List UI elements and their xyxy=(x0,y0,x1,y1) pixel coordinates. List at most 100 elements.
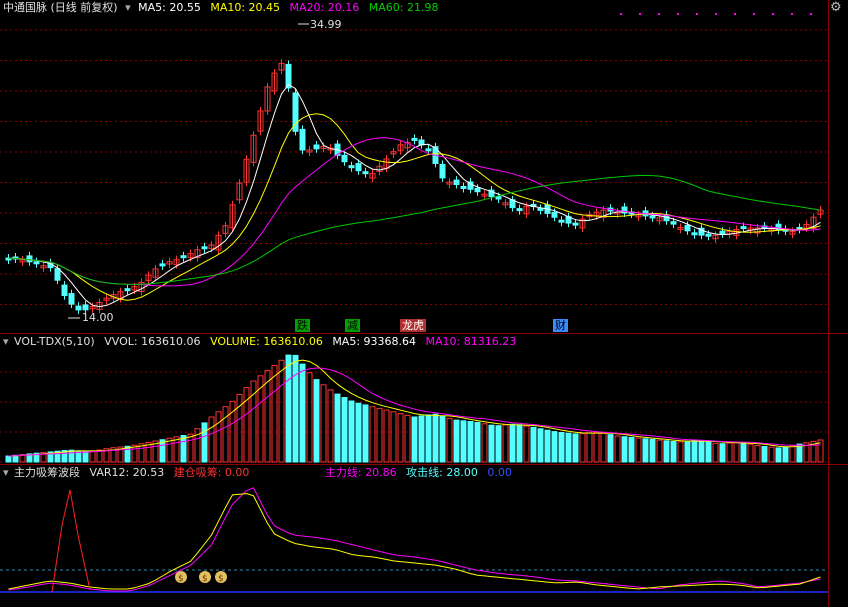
volume-bar xyxy=(453,419,460,463)
volume-bar xyxy=(439,415,446,463)
volume-header: ▾ VOL-TDX(5,10) VVOL: 163610.06 VOLUME: … xyxy=(0,334,522,350)
gear-icon[interactable]: ⚙ xyxy=(830,0,842,16)
volume-bar xyxy=(187,433,194,463)
candle-body xyxy=(33,261,40,265)
volume-bar xyxy=(516,424,523,463)
indicator-panel[interactable]: $ $ $ ▾ 主力吸筹波段 VAR12: 20.53 建仓吸筹: 0.00 主力线… xyxy=(0,465,848,607)
gongji-line xyxy=(8,493,821,590)
signal-dot xyxy=(753,13,755,15)
volume-bar xyxy=(306,372,313,463)
volume-bar xyxy=(432,413,439,463)
ma20-line xyxy=(8,137,821,287)
price-chart[interactable] xyxy=(0,0,848,332)
candle-body xyxy=(26,255,33,263)
ma20-value: MA20: 20.16 xyxy=(289,1,360,14)
event-marker-jian[interactable]: 减 xyxy=(345,319,360,332)
chevron-down-icon[interactable]: ▾ xyxy=(125,1,131,14)
candle-body xyxy=(54,268,61,281)
candle-body xyxy=(495,196,502,200)
volume-bar xyxy=(285,354,292,463)
moneybag-icon-glyph: $ xyxy=(218,574,224,584)
signal-dot xyxy=(772,13,774,15)
volume-bar xyxy=(530,426,537,463)
volume-bar xyxy=(712,442,719,463)
vol-ma10-value: MA10: 81316.23 xyxy=(425,335,517,348)
volume-bar xyxy=(775,447,782,463)
right-axis-border xyxy=(828,0,829,607)
moneybag-icon: $ xyxy=(215,571,227,584)
low-price-label: 14.00 xyxy=(82,311,114,324)
vol-ma5-value: MA5: 93368.64 xyxy=(332,335,417,348)
volume-bar xyxy=(362,404,369,463)
signal-dot xyxy=(639,13,641,15)
volume-bar xyxy=(509,423,516,463)
volume-bar xyxy=(663,440,670,463)
volume-bar xyxy=(488,424,495,463)
event-marker-die[interactable]: 跌 xyxy=(295,319,310,332)
signal-dot xyxy=(696,13,698,15)
jiancang-spike xyxy=(51,489,91,593)
chevron-down-icon[interactable]: ▾ xyxy=(3,335,9,348)
volume-bar xyxy=(698,440,705,463)
volume-bar xyxy=(656,439,663,463)
volume-bar xyxy=(705,441,712,463)
event-marker-longhu[interactable]: 龙虎 xyxy=(400,319,426,332)
candle-body xyxy=(439,163,446,179)
moneybag-icon: $ xyxy=(199,571,211,584)
volume-bar xyxy=(747,443,754,463)
candle-body xyxy=(348,165,355,169)
volume-bar xyxy=(481,423,488,463)
indicator-title[interactable]: 主力吸筹波段 xyxy=(14,466,80,479)
volume-bar xyxy=(495,425,502,463)
volume-bar xyxy=(621,436,628,463)
candle-body xyxy=(68,293,75,305)
candle-body xyxy=(418,139,425,146)
volume-bar xyxy=(691,439,698,463)
volume-bar xyxy=(299,363,306,463)
volume-bar xyxy=(327,389,334,463)
volume-bar xyxy=(292,354,299,463)
volume-bar xyxy=(320,384,327,463)
volume-panel[interactable]: ▾ VOL-TDX(5,10) VVOL: 163610.06 VOLUME: … xyxy=(0,334,848,464)
volume-bar xyxy=(558,432,565,463)
volume-bar xyxy=(383,409,390,463)
volume-bar xyxy=(628,436,635,463)
volume-value: VOLUME: 163610.06 xyxy=(210,335,323,348)
candle-body xyxy=(684,224,691,232)
volume-bar xyxy=(740,442,747,463)
candle-body xyxy=(425,148,432,152)
jiancang-value: 建仓吸筹: 0.00 xyxy=(173,466,250,479)
chevron-down-icon[interactable]: ▾ xyxy=(3,466,9,479)
volume-bar xyxy=(411,416,418,463)
candle-body xyxy=(341,154,348,163)
volume-bar xyxy=(782,446,789,463)
price-panel[interactable]: 中通国脉 (日线 前复权) ▾ MA5: 20.55 MA10: 20.45 M… xyxy=(0,0,848,332)
volume-bar xyxy=(446,417,453,463)
candle-body xyxy=(82,304,89,311)
signal-dot xyxy=(620,13,622,15)
zhuli-line xyxy=(8,487,821,592)
candle-body xyxy=(558,219,565,223)
event-marker-cai[interactable]: 财 xyxy=(553,319,568,332)
volume-bar xyxy=(82,451,89,463)
volume-bar xyxy=(474,421,481,463)
vol-title[interactable]: VOL-TDX(5,10) xyxy=(14,335,95,348)
candle-body xyxy=(691,232,698,236)
gongji-value: 攻击线: 28.00 xyxy=(406,466,478,479)
volume-bar xyxy=(677,441,684,463)
volume-chart[interactable] xyxy=(0,334,848,464)
candle-body xyxy=(740,226,747,230)
indicator-chart[interactable]: $ $ $ xyxy=(0,465,848,607)
ma60-value: MA60: 21.98 xyxy=(368,1,439,14)
stock-title[interactable]: 中通国脉 (日线 前复权) xyxy=(3,1,118,14)
candle-body xyxy=(75,305,82,311)
volume-bar xyxy=(544,429,551,463)
candle-body xyxy=(474,187,481,193)
candle-body xyxy=(551,211,558,218)
volume-bar xyxy=(460,420,467,463)
volume-bar xyxy=(642,438,649,463)
volume-bar xyxy=(397,413,404,463)
moneybag-icon-glyph: $ xyxy=(202,574,208,584)
candle-body xyxy=(572,222,579,226)
candle-body xyxy=(362,171,369,175)
